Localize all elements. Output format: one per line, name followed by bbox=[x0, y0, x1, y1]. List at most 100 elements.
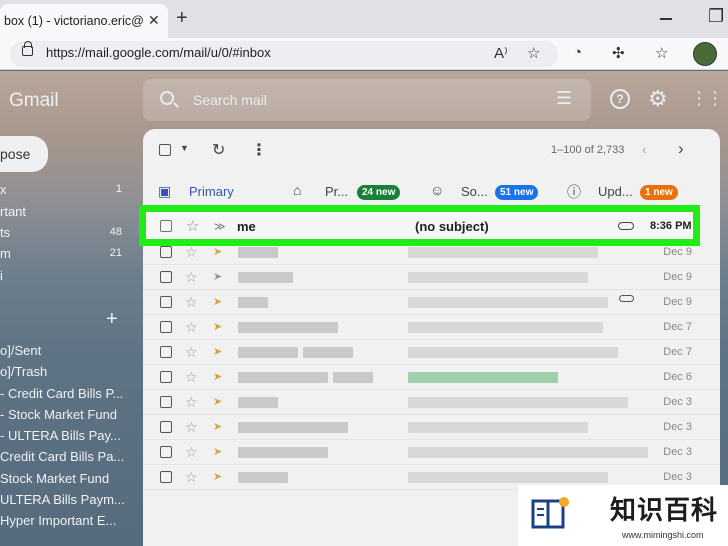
select-all-checkbox[interactable] bbox=[159, 144, 171, 156]
attachment-icon bbox=[618, 222, 634, 230]
apps-grid-icon[interactable]: ⋮⋮ bbox=[690, 88, 724, 109]
refresh-icon[interactable]: ↻ bbox=[212, 140, 225, 160]
help-icon[interactable]: ? bbox=[610, 89, 630, 109]
search-placeholder: Search mail bbox=[193, 92, 267, 108]
sidebar-label[interactable]: o]/Trash bbox=[0, 364, 47, 379]
row-checkbox[interactable] bbox=[160, 346, 172, 358]
row-checkbox[interactable] bbox=[160, 271, 172, 283]
importance-marker-icon[interactable]: ➤ bbox=[213, 295, 222, 308]
row-checkbox[interactable] bbox=[160, 371, 172, 383]
redacted-text bbox=[238, 447, 328, 458]
tab-primary[interactable]: Primary bbox=[189, 184, 234, 199]
table-row[interactable]: ☆ ➤ Dec 7 bbox=[143, 315, 720, 340]
sidebar-item-inbox[interactable]: x bbox=[0, 182, 7, 197]
filter-options-icon[interactable]: ☰ bbox=[556, 88, 572, 109]
redacted-text bbox=[408, 447, 648, 458]
star-icon[interactable]: ☆ bbox=[185, 469, 198, 486]
table-row[interactable]: ☆ ➤ Dec 9 bbox=[143, 290, 720, 315]
table-row[interactable]: ☆ ➤ Dec 7 bbox=[143, 340, 720, 365]
star-icon[interactable]: ☆ bbox=[185, 319, 198, 336]
star-icon[interactable]: ☆ bbox=[185, 369, 198, 386]
sidebar-item-spam[interactable]: m bbox=[0, 246, 11, 261]
performance-icon[interactable]: ◔ bbox=[573, 44, 582, 61]
tab-promotions[interactable]: Pr... bbox=[325, 184, 348, 199]
favorite-star-icon[interactable]: ☆ bbox=[527, 44, 540, 62]
importance-marker-icon[interactable]: ➤ bbox=[213, 270, 222, 283]
email-date: Dec 7 bbox=[663, 321, 692, 333]
redacted-text bbox=[238, 322, 338, 333]
star-icon[interactable]: ☆ bbox=[185, 419, 198, 436]
star-icon[interactable]: ☆ bbox=[185, 394, 198, 411]
row-checkbox[interactable] bbox=[160, 421, 172, 433]
close-icon[interactable]: ✕ bbox=[148, 12, 160, 29]
status-badge: 51 new bbox=[495, 185, 539, 200]
row-checkbox[interactable] bbox=[160, 296, 172, 308]
minimize-icon[interactable] bbox=[660, 18, 672, 20]
email-date: Dec 9 bbox=[663, 271, 692, 283]
sidebar-label[interactable]: Credit Card Bills Pa... bbox=[0, 449, 124, 464]
importance-marker-icon[interactable]: ➤ bbox=[213, 245, 222, 258]
redacted-text bbox=[238, 472, 288, 483]
new-tab-button[interactable]: + bbox=[176, 8, 188, 28]
sidebar-label[interactable]: ULTERA Bills Paym... bbox=[0, 492, 125, 507]
sidebar-label[interactable]: Stock Market Fund bbox=[0, 471, 109, 486]
table-row[interactable]: ☆ ➤ Dec 6 bbox=[143, 365, 720, 390]
table-row[interactable]: ☆ ➤ Dec 9 bbox=[143, 265, 720, 290]
importance-marker-icon[interactable]: ➤ bbox=[213, 320, 222, 333]
tab-updates[interactable]: Upd... bbox=[598, 184, 633, 199]
star-icon[interactable]: ☆ bbox=[185, 269, 198, 286]
extensions-icon[interactable]: ✣ bbox=[612, 44, 625, 62]
next-page-icon[interactable]: › bbox=[678, 139, 684, 159]
table-row[interactable]: ☆ ➤ Dec 3 bbox=[143, 390, 720, 415]
sidebar-label[interactable]: Hyper Important E... bbox=[0, 513, 116, 528]
prev-page-icon[interactable]: ‹ bbox=[642, 141, 647, 157]
importance-marker-icon[interactable]: ➤ bbox=[213, 345, 222, 358]
row-checkbox[interactable] bbox=[160, 446, 172, 458]
star-icon[interactable]: ☆ bbox=[185, 294, 198, 311]
star-icon[interactable]: ☆ bbox=[185, 344, 198, 361]
add-label-icon[interactable]: + bbox=[106, 308, 118, 331]
row-checkbox[interactable] bbox=[160, 220, 172, 232]
chevron-down-icon[interactable]: ▼ bbox=[180, 143, 189, 153]
redacted-text bbox=[238, 372, 328, 383]
row-checkbox[interactable] bbox=[160, 471, 172, 483]
redacted-text bbox=[303, 347, 353, 358]
search-icon[interactable] bbox=[160, 91, 174, 105]
email-sender[interactable]: me bbox=[237, 219, 256, 234]
sidebar-label[interactable]: - Stock Market Fund bbox=[0, 407, 117, 422]
tab-title: box (1) - victoriano.eric@gmail bbox=[4, 14, 144, 28]
row-checkbox[interactable] bbox=[160, 321, 172, 333]
browser-tab-gmail[interactable]: box (1) - victoriano.eric@gmail ✕ bbox=[0, 4, 168, 38]
star-icon[interactable]: ☆ bbox=[186, 217, 199, 235]
table-row[interactable]: ☆ ➤ Dec 3 bbox=[143, 440, 720, 465]
avatar[interactable] bbox=[693, 42, 717, 66]
row-checkbox[interactable] bbox=[160, 246, 172, 258]
table-row[interactable]: ☆ ➤ Dec 3 bbox=[143, 415, 720, 440]
window-restore-icon[interactable]: ❐ bbox=[708, 6, 724, 27]
star-icon[interactable]: ☆ bbox=[185, 444, 198, 461]
tab-social[interactable]: So... bbox=[461, 184, 488, 199]
importance-marker-icon[interactable]: ➤ bbox=[213, 470, 222, 483]
importance-marker-icon[interactable]: ≫ bbox=[214, 220, 226, 233]
more-options-icon[interactable]: ⋮ bbox=[251, 140, 267, 160]
row-checkbox[interactable] bbox=[160, 396, 172, 408]
sidebar-label[interactable]: - ULTERA Bills Pay... bbox=[0, 428, 121, 443]
lock-icon[interactable] bbox=[22, 41, 33, 56]
sidebar-item-sent[interactable]: ts bbox=[0, 225, 10, 240]
star-icon[interactable]: ☆ bbox=[185, 244, 198, 261]
sidebar-label[interactable]: o]/Sent bbox=[0, 343, 41, 358]
url-text[interactable]: https://mail.google.com/mail/u/0/#inbox bbox=[46, 45, 271, 60]
gmail-logo[interactable]: Gmail bbox=[9, 90, 59, 112]
email-date: Dec 9 bbox=[663, 296, 692, 308]
gear-icon[interactable]: ⚙ bbox=[648, 86, 668, 112]
sidebar-label[interactable]: - Credit Card Bills P... bbox=[0, 386, 123, 401]
importance-marker-icon[interactable]: ➤ bbox=[213, 395, 222, 408]
sidebar-item-more[interactable]: i bbox=[0, 268, 3, 283]
importance-marker-icon[interactable]: ➤ bbox=[213, 420, 222, 433]
importance-marker-icon[interactable]: ➤ bbox=[213, 445, 222, 458]
email-subject[interactable]: (no subject) bbox=[415, 219, 489, 234]
read-aloud-icon[interactable]: A⁾ bbox=[494, 44, 508, 62]
sidebar-item-important[interactable]: rtant bbox=[0, 204, 26, 219]
importance-marker-icon[interactable]: ➤ bbox=[213, 370, 222, 383]
favorites-icon[interactable]: ☆ bbox=[655, 44, 668, 62]
